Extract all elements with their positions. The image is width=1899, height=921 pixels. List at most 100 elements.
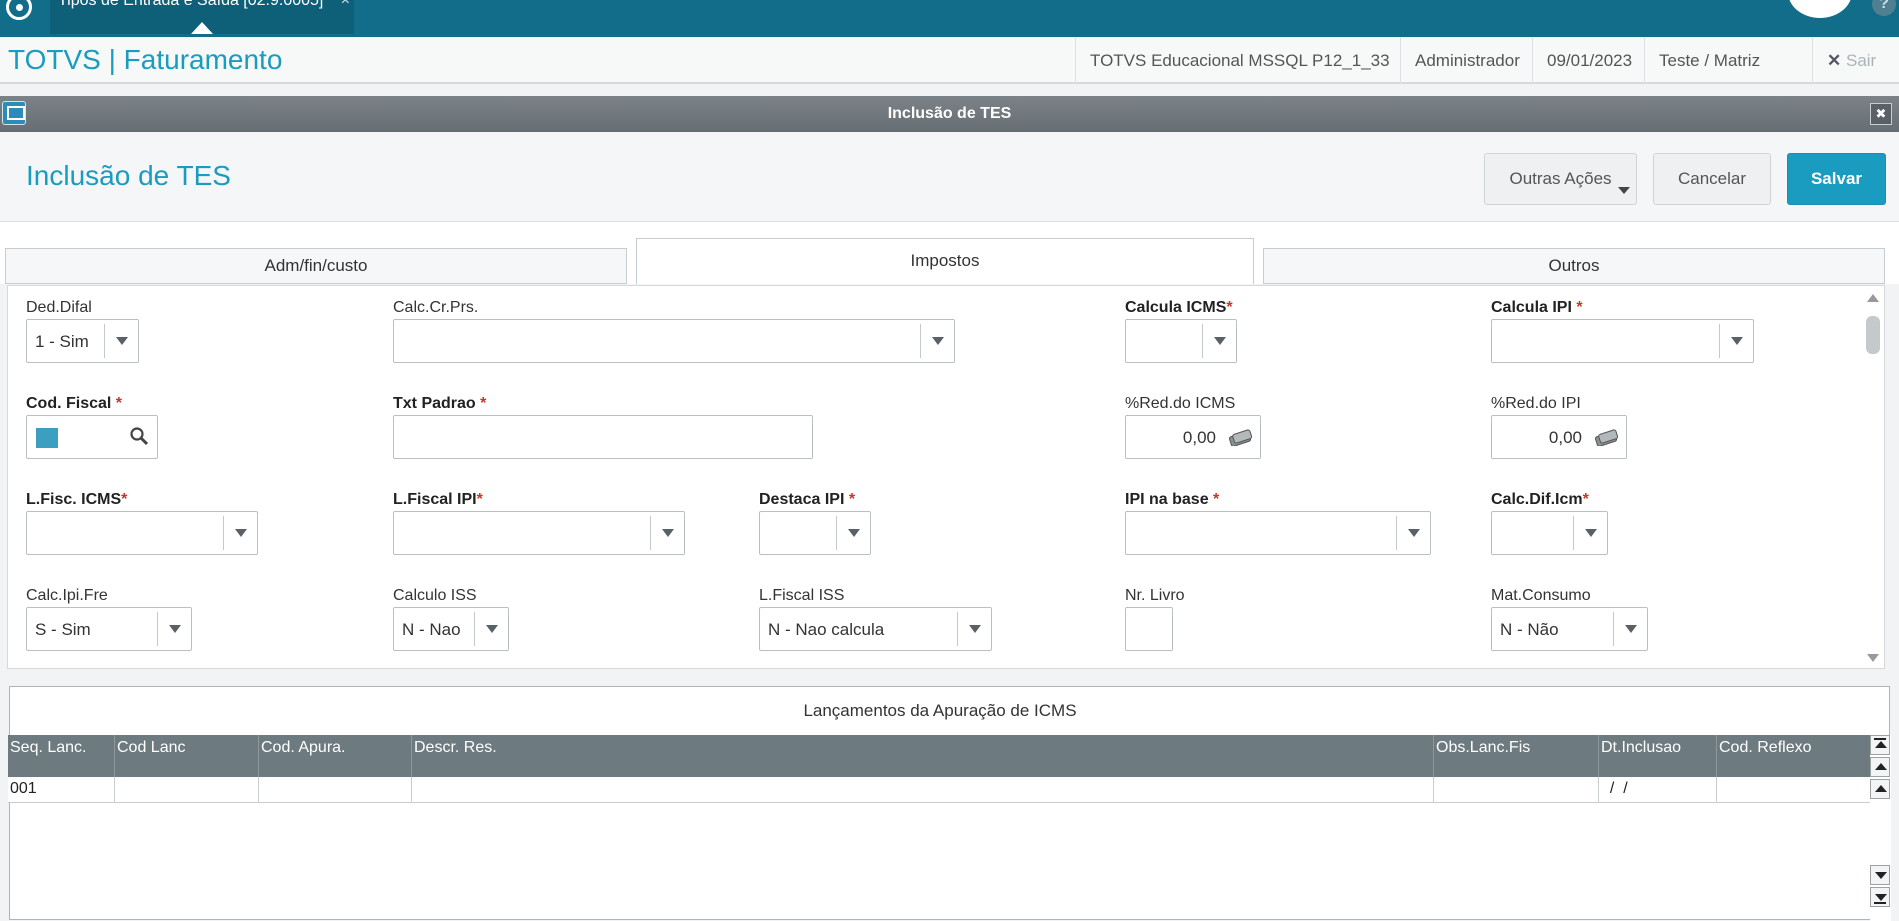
ded-difal-select[interactable]: 1 - Sim <box>26 319 139 363</box>
cancel-button[interactable]: Cancelar <box>1653 153 1771 205</box>
scroll-down-icon[interactable] <box>1870 865 1890 885</box>
l-fiscal-ipi-select[interactable] <box>393 511 685 555</box>
txt-padrao-label: Txt Padrao * <box>393 395 487 412</box>
dropdown-arrow-icon[interactable] <box>1396 516 1430 550</box>
dropdown-arrow-icon[interactable] <box>920 324 954 358</box>
grid-scrollbar[interactable] <box>1870 735 1891 921</box>
calc-ipi-fre-select[interactable]: S - Sim <box>26 607 192 651</box>
table-cell[interactable] <box>115 777 259 802</box>
ipi-na-base-select[interactable] <box>1125 511 1431 555</box>
mat-consumo-select[interactable]: N - Não <box>1491 607 1648 651</box>
column-header[interactable]: Cod. Apura. <box>259 735 412 777</box>
calc-dif-icm-select[interactable] <box>1491 511 1608 555</box>
scroll-down-icon[interactable] <box>1867 654 1879 662</box>
l-fiscal-ipi-label: L.Fiscal IPI* <box>393 491 483 508</box>
page-title: Inclusão de TES <box>26 160 231 191</box>
dropdown-arrow-icon[interactable] <box>836 516 870 550</box>
exit-label: Sair <box>1845 51 1877 70</box>
scroll-to-top-icon[interactable] <box>1870 735 1890 755</box>
calc-ipi-fre-label: Calc.Ipi.Fre <box>26 587 108 604</box>
column-header[interactable]: Obs.Lanc.Fis <box>1434 735 1599 777</box>
tab-adm-fin-custo[interactable]: Adm/fin/custo <box>5 248 627 284</box>
dropdown-arrow-icon[interactable] <box>1613 612 1647 646</box>
active-tab-caret <box>191 22 213 34</box>
column-header[interactable]: Descr. Res. <box>412 735 1434 777</box>
nr-livro-input[interactable] <box>1125 607 1173 651</box>
ded-difal-label: Ded.Difal <box>26 299 92 316</box>
page-header: Inclusão de TES Outras Ações Cancelar Sa… <box>0 132 1899 222</box>
table-cell[interactable] <box>412 777 1434 802</box>
app-logo-icon[interactable] <box>6 0 32 20</box>
destaca-ipi-select[interactable] <box>759 511 871 555</box>
money-icon[interactable] <box>1594 428 1620 446</box>
save-button[interactable]: Salvar <box>1787 153 1886 205</box>
dropdown-arrow-icon[interactable] <box>104 324 138 358</box>
tab-close-icon[interactable]: × <box>341 0 350 9</box>
branch-label[interactable]: Teste / Matriz <box>1644 37 1774 84</box>
dropdown-arrow-icon[interactable] <box>223 516 257 550</box>
form-scrollbar[interactable] <box>1861 286 1884 668</box>
column-header[interactable]: Dt.Inclusao <box>1599 735 1717 777</box>
ded-difal-value: 1 - Sim <box>35 332 89 351</box>
scroll-to-bottom-icon[interactable] <box>1870 887 1890 907</box>
calcula-ipi-select[interactable] <box>1491 319 1754 363</box>
chevron-down-icon <box>1618 187 1630 194</box>
date-label[interactable]: 09/01/2023 <box>1532 37 1646 84</box>
red-icms-label: %Red.do ICMS <box>1125 395 1236 412</box>
calcula-icms-select[interactable] <box>1125 319 1237 363</box>
table-cell[interactable] <box>259 777 412 802</box>
other-actions-button[interactable]: Outras Ações <box>1484 153 1637 205</box>
l-fiscal-iss-label: L.Fiscal ISS <box>759 587 845 604</box>
column-header[interactable]: Cod. Reflexo <box>1717 735 1870 777</box>
red-ipi-input[interactable]: 0,00 <box>1491 415 1627 459</box>
column-header[interactable]: Cod Lanc <box>115 735 259 777</box>
red-ipi-value: 0,00 <box>1548 428 1582 447</box>
help-icon[interactable]: ? <box>1872 0 1896 16</box>
table-cell[interactable] <box>1434 777 1599 802</box>
table-cell[interactable]: / / <box>1599 777 1717 802</box>
dropdown-arrow-icon[interactable] <box>957 612 991 646</box>
dropdown-arrow-icon[interactable] <box>157 612 191 646</box>
table-cell[interactable]: 001 <box>8 777 115 802</box>
folder-tabs: Adm/fin/custo Impostos Outros <box>0 222 1899 284</box>
module-header: TOTVS | Faturamento TOTVS Educacional MS… <box>0 37 1899 84</box>
scroll-up-icon[interactable] <box>1867 294 1879 302</box>
exit-button[interactable]: ✕ Sair <box>1812 37 1890 84</box>
grid-header: Seq. Lanc. Cod Lanc Cod. Apura. Descr. R… <box>8 735 1870 777</box>
table-cell[interactable] <box>1717 777 1870 802</box>
nr-livro-label: Nr. Livro <box>1125 587 1185 604</box>
l-fiscal-iss-select[interactable]: N - Nao calcula <box>759 607 992 651</box>
dropdown-arrow-icon[interactable] <box>650 516 684 550</box>
user-label[interactable]: Administrador <box>1400 37 1534 84</box>
destaca-ipi-label: Destaca IPI * <box>759 491 856 508</box>
impostos-form: Ded.Difal 1 - Sim Calc.Cr.Prs. Calcula I… <box>7 285 1885 669</box>
l-fiscal-iss-value: N - Nao calcula <box>768 620 885 639</box>
tab-outros[interactable]: Outros <box>1263 248 1885 284</box>
dropdown-arrow-icon[interactable] <box>1202 324 1236 358</box>
dialog-close-icon[interactable]: ✖ <box>1870 103 1892 125</box>
column-header[interactable]: Seq. Lanc. <box>8 735 115 777</box>
red-icms-input[interactable]: 0,00 <box>1125 415 1261 459</box>
money-icon[interactable] <box>1228 428 1254 446</box>
scroll-up-icon[interactable] <box>1870 779 1890 799</box>
calculo-iss-select[interactable]: N - Nao <box>393 607 509 651</box>
calc-cr-prs-select[interactable] <box>393 319 955 363</box>
red-ipi-label: %Red.do IPI <box>1491 395 1581 412</box>
table-row[interactable]: 001 / / <box>8 777 1870 803</box>
dropdown-arrow-icon[interactable] <box>474 612 508 646</box>
l-fisc-icms-label: L.Fisc. ICMS* <box>26 491 128 508</box>
user-menu-button[interactable] <box>1788 0 1852 18</box>
dropdown-arrow-icon[interactable] <box>1719 324 1753 358</box>
cod-fiscal-input[interactable] <box>26 415 158 459</box>
txt-padrao-input[interactable] <box>393 415 813 459</box>
dropdown-arrow-icon[interactable] <box>1573 516 1607 550</box>
calcula-icms-label: Calcula ICMS* <box>1125 299 1233 316</box>
module-title: TOTVS | Faturamento <box>8 44 283 75</box>
tab-impostos[interactable]: Impostos <box>636 238 1254 284</box>
search-icon[interactable] <box>129 426 149 446</box>
environment-label[interactable]: TOTVS Educacional MSSQL P12_1_33 <box>1075 37 1404 84</box>
calculo-iss-label: Calculo ISS <box>393 587 477 604</box>
scroll-thumb[interactable] <box>1866 316 1880 354</box>
page-up-icon[interactable] <box>1870 757 1890 777</box>
l-fisc-icms-select[interactable] <box>26 511 258 555</box>
